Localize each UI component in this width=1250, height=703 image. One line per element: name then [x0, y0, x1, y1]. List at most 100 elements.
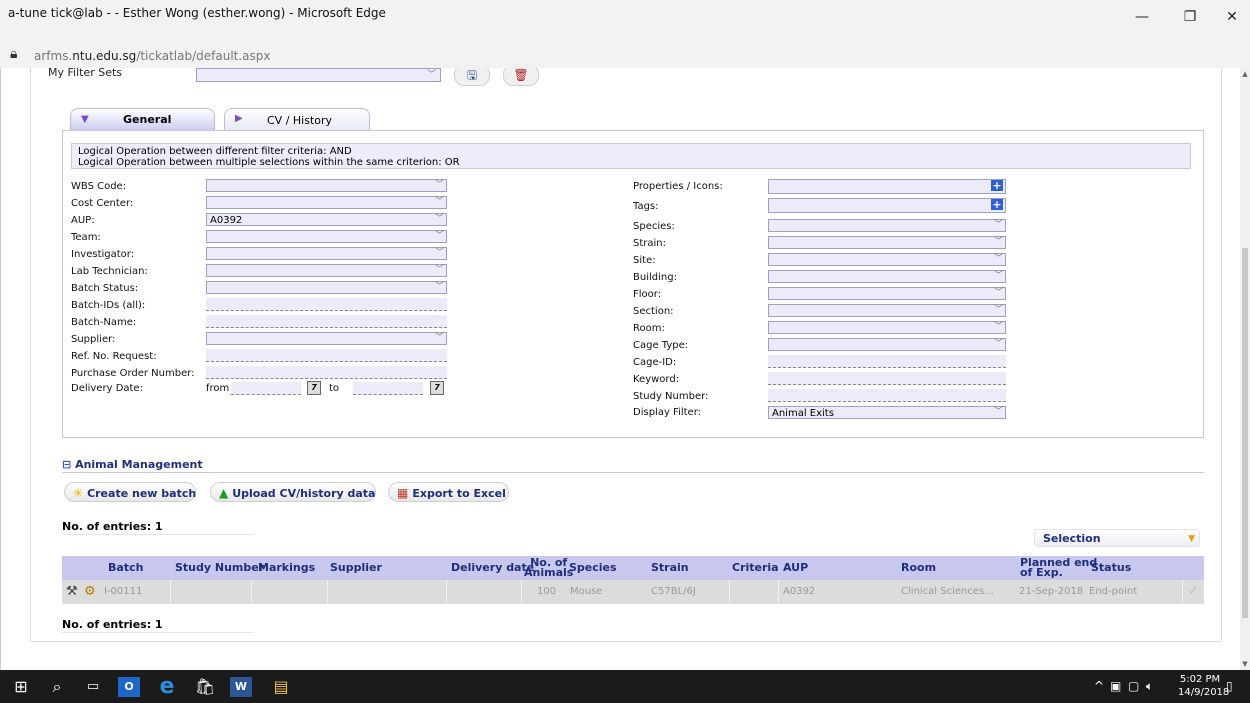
plus-icon[interactable]: + — [991, 180, 1003, 191]
site-select[interactable]: ﹀ — [768, 253, 1006, 266]
calendar-icon[interactable]: 7 — [430, 381, 444, 395]
column-study-number[interactable]: Study Number — [175, 556, 264, 580]
display-filter-label: Display Filter: — [633, 407, 701, 418]
table-row[interactable]: ⚒ ⚙ I-00111 100 Mouse C57BL/6J A0392 Cli… — [62, 580, 1204, 604]
edit-tool-icon[interactable]: ⚒ — [66, 580, 78, 604]
my-filter-sets-select[interactable]: ﹀ — [196, 68, 441, 82]
cell-batch[interactable]: I-00111 — [104, 580, 142, 604]
chevron-up-icon[interactable]: ^ — [1094, 679, 1104, 693]
column-planned-end[interactable]: Planned end of Exp. — [1020, 557, 1097, 582]
cost-center-label: Cost Center: — [71, 198, 134, 209]
file-explorer-icon[interactable]: ▤ — [268, 675, 294, 699]
windows-start-icon[interactable]: ⊞ — [8, 675, 34, 699]
animal-management-header[interactable]: ⊟ Animal Management — [62, 458, 203, 471]
cell-status: End-point — [1089, 586, 1138, 597]
keyword-input[interactable] — [768, 372, 1006, 385]
batch-name-input[interactable] — [206, 315, 447, 328]
volume-icon[interactable]: 🔈︎ — [1146, 679, 1153, 694]
batch-status-select[interactable]: ﹀ — [206, 281, 447, 294]
minimize-button[interactable]: — — [1128, 6, 1156, 28]
create-batch-button[interactable]: ✳ Create new batch — [64, 482, 196, 502]
aup-select[interactable]: A0392 ﹀ — [206, 213, 447, 226]
export-excel-button[interactable]: ▦ Export to Excel — [388, 482, 509, 502]
windows-taskbar: ⊞ ⌕ ▭ O e 🛍︎ W ▤ ^ ▣ ▢ 🔈︎ 5:02 PM 14/9/2… — [0, 670, 1250, 703]
cell-strain: C57BL/6J — [651, 586, 696, 597]
supplier-select[interactable]: ﹀ — [206, 332, 447, 345]
tab-general-label: General — [123, 113, 172, 126]
batch-status-label: Batch Status: — [71, 283, 139, 294]
scroll-down-icon[interactable]: ▼ — [1240, 660, 1250, 668]
batch-ids-input[interactable] — [206, 298, 447, 311]
upload-cv-button[interactable]: ▲ Upload CV/history data — [210, 482, 376, 502]
species-select[interactable]: ﹀ — [768, 219, 1006, 232]
column-batch[interactable]: Batch — [108, 556, 143, 580]
display-icon[interactable]: ▢ — [1128, 679, 1139, 693]
column-supplier[interactable]: Supplier — [330, 556, 382, 580]
selection-dropdown[interactable]: Selection ▼ — [1034, 529, 1200, 547]
edge-browser-icon[interactable]: e — [154, 675, 180, 699]
building-select[interactable]: ﹀ — [768, 270, 1006, 283]
scrollbar-thumb[interactable] — [1242, 248, 1248, 618]
column-no-of-animals[interactable]: No. of Animals — [524, 557, 573, 582]
column-aup[interactable]: AUP — [783, 556, 808, 580]
word-icon[interactable]: W — [230, 677, 252, 697]
wbs-code-select[interactable]: ﹀ — [206, 179, 447, 192]
calendar-icon[interactable]: 7 — [307, 381, 321, 395]
lab-technician-select[interactable]: ﹀ — [206, 264, 447, 277]
column-species[interactable]: Species — [569, 556, 617, 580]
delete-filter-button[interactable]: 🗑︎ — [503, 68, 539, 86]
section-select[interactable]: ﹀ — [768, 304, 1006, 317]
display-filter-select[interactable]: Animal Exits ﹀ — [768, 406, 1006, 419]
cage-type-select[interactable]: ﹀ — [768, 338, 1006, 351]
column-room[interactable]: Room — [901, 556, 936, 580]
tags-select[interactable]: + — [768, 198, 1006, 213]
window-titlebar: a-tune tick@lab - - Esther Wong (esther.… — [0, 0, 1250, 45]
restore-button[interactable]: ❐ — [1176, 6, 1204, 28]
column-criteria[interactable]: Criteria — [732, 556, 779, 580]
upload-arrow-icon: ▲ — [219, 486, 229, 500]
delivery-to-input[interactable] — [353, 382, 423, 395]
tab-general[interactable]: ▼ General — [70, 108, 215, 131]
team-select[interactable]: ﹀ — [206, 230, 447, 243]
address-bar[interactable]: 🔒︎ arfms.ntu.edu.sg/tickatlab/default.as… — [0, 44, 1250, 68]
team-label: Team: — [71, 232, 101, 243]
cost-center-select[interactable]: ﹀ — [206, 196, 447, 209]
column-delivery-date[interactable]: Delivery date — [451, 556, 534, 580]
delivery-from-input[interactable] — [231, 382, 301, 395]
url-text[interactable]: arfms.ntu.edu.sg/tickatlab/default.aspx — [34, 49, 271, 63]
task-view-icon[interactable]: ▭ — [80, 675, 106, 699]
ref-no-request-input[interactable] — [206, 349, 447, 362]
vertical-scrollbar[interactable]: ▲ ▼ — [1240, 68, 1250, 670]
close-button[interactable]: ✕ — [1218, 6, 1246, 28]
system-clock[interactable]: 5:02 PM 14/9/2018 — [1178, 673, 1229, 699]
outlook-icon[interactable]: O — [118, 677, 140, 697]
scroll-up-icon[interactable]: ▲ — [1240, 70, 1250, 78]
trash-icon: 🗑︎ — [513, 68, 529, 82]
plus-icon[interactable]: + — [991, 199, 1003, 210]
room-label: Room: — [633, 323, 665, 334]
room-select[interactable]: ﹀ — [768, 321, 1006, 334]
cell-room: Clinical Sciences... — [901, 586, 994, 597]
purchase-order-number-input[interactable] — [206, 366, 447, 379]
column-status[interactable]: Status — [1091, 556, 1131, 580]
search-icon[interactable]: ⌕ — [44, 675, 70, 699]
cage-id-input[interactable] — [768, 355, 1006, 368]
collapse-icon[interactable]: ⊟ — [62, 458, 71, 471]
save-filter-button[interactable]: 🖫︎ — [454, 68, 490, 86]
properties-icons-select[interactable]: + — [768, 179, 1006, 194]
strain-select[interactable]: ﹀ — [768, 236, 1006, 249]
column-markings[interactable]: Markings — [258, 556, 315, 580]
supplier-label: Supplier: — [71, 334, 116, 345]
study-number-input[interactable] — [768, 389, 1006, 402]
column-strain[interactable]: Strain — [651, 556, 689, 580]
ref-no-request-label: Ref. No. Request: — [71, 351, 157, 362]
investigator-select[interactable]: ﹀ — [206, 247, 447, 260]
floor-select[interactable]: ﹀ — [768, 287, 1006, 300]
cage-tool-icon[interactable]: ⚙ — [84, 580, 96, 604]
store-icon[interactable]: 🛍︎ — [192, 675, 218, 699]
checkmark-icon[interactable]: ✓ — [1188, 580, 1199, 604]
network-icon[interactable]: ▣ — [1110, 679, 1121, 693]
notifications-icon[interactable]: ▯ — [1226, 679, 1233, 693]
tab-cv-history[interactable]: ▶ CV / History — [224, 108, 370, 131]
investigator-label: Investigator: — [71, 249, 135, 260]
